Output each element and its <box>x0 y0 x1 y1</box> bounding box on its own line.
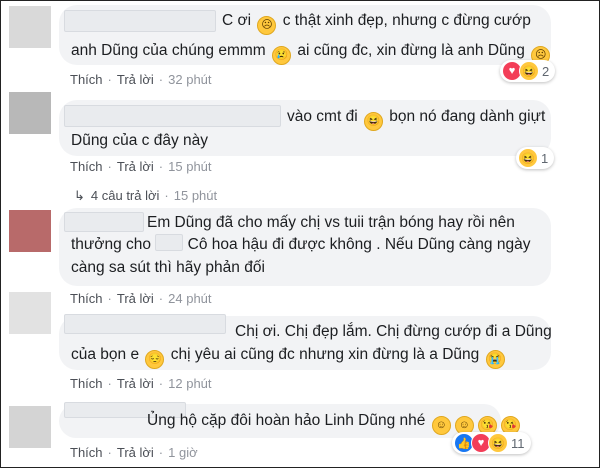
timestamp[interactable]: 12 phút <box>168 376 211 391</box>
crying-emoji-icon: 😢 <box>272 46 292 65</box>
redacted-name <box>155 234 184 251</box>
comment-text: thưởng cho <box>71 236 152 253</box>
haha-reaction-icon: 😆 <box>518 148 538 168</box>
like-link[interactable]: Thích <box>70 291 103 306</box>
like-link[interactable]: Thích <box>70 159 103 174</box>
comment-text: anh Dũng của chúng emmm <box>71 42 266 59</box>
reply-link[interactable]: Trả lời <box>117 376 154 391</box>
comment-actions: Thích · Trả lời · 15 phút <box>70 159 212 174</box>
redacted-name <box>64 314 226 334</box>
like-link[interactable]: Thích <box>70 445 103 460</box>
comment-bubble: Em Dũng đã cho mấy chị vs tuii trận bóng… <box>59 208 551 286</box>
comment-text: bọn nó đang dành giựt <box>389 108 546 125</box>
comment-bubble: Ủng hộ cặp đôi hoàn hảo Linh Dũng nhé ☺ ☺… <box>59 402 520 438</box>
comment-actions: Thích · Trả lời · 1 giờ <box>70 445 198 460</box>
avatar[interactable] <box>9 92 51 134</box>
smiling-emoji-icon: ☺ <box>431 416 451 435</box>
comment-text: c thật xinh đẹp, nhưng c đừng cướp <box>282 12 531 29</box>
redacted-name <box>64 10 216 32</box>
reply-link[interactable]: Trả lời <box>117 72 154 87</box>
comment-text: Chị ơi. Chị đẹp lắm. Chị đừng cướp đi a … <box>235 323 552 340</box>
sad-emoji-icon: ☹ <box>257 16 277 35</box>
reply-link[interactable]: Trả lời <box>117 159 154 174</box>
reaction-summary[interactable]: 👍 ♥ 😆 11 <box>452 432 531 454</box>
comment-actions: Thích · Trả lời · 12 phút <box>70 376 212 391</box>
comment-text: Cô hoa hậu đi được không . Nếu Dũng càng… <box>187 236 531 253</box>
crying-emoji-icon: 😭 <box>485 350 505 369</box>
like-link[interactable]: Thích <box>70 376 103 391</box>
laughing-emoji-icon: 😆 <box>363 112 383 131</box>
comment-text: càng sa sút thì hãy phản đối <box>71 259 265 276</box>
pensive-emoji-icon: 😔 <box>145 350 165 369</box>
reaction-summary[interactable]: ♥ 😆 2 <box>500 60 556 82</box>
comment-text: ai cũng đc, xin đừng là anh Dũng <box>297 42 525 59</box>
avatar[interactable] <box>9 6 51 48</box>
comment-text: vào cmt đi <box>287 108 358 125</box>
comment-text: C ơi <box>222 12 252 29</box>
like-link[interactable]: Thích <box>70 72 103 87</box>
comment-text: chị yêu ai cũng đc nhưng xin đừng là a D… <box>170 346 480 363</box>
haha-reaction-icon: 😆 <box>488 433 508 453</box>
timestamp[interactable]: 15 phút <box>168 159 211 174</box>
comment-actions: Thích · Trả lời · 24 phút <box>70 291 212 306</box>
timestamp[interactable]: 1 giờ <box>168 445 198 460</box>
reaction-count: 1 <box>541 150 549 166</box>
reply-link[interactable]: Trả lời <box>117 445 154 460</box>
timestamp[interactable]: 32 phút <box>168 72 211 87</box>
comment-actions: Thích · Trả lời · 32 phút <box>70 72 212 87</box>
comment-text: của bọn e <box>71 346 140 363</box>
comment-bubble: vào cmt đi 😆 bọn nó đang dành giựt Dũng … <box>59 100 551 156</box>
reaction-summary[interactable]: 😆 1 <box>516 147 555 169</box>
reply-link[interactable]: Trả lời <box>117 291 154 306</box>
reaction-count: 2 <box>542 63 550 79</box>
comment-text: Em Dũng đã cho mấy chị vs tuii trận bóng… <box>147 214 515 231</box>
reply-arrow-icon: ↳ <box>74 188 85 203</box>
redacted-name <box>64 212 144 232</box>
comment-text: Ủng hộ cặp đôi hoàn hảo Linh Dũng nhé <box>147 412 426 429</box>
comment-bubble: Chị ơi. Chị đẹp lắm. Chị đừng cướp đi a … <box>59 314 552 370</box>
timestamp[interactable]: 24 phút <box>168 291 211 306</box>
avatar[interactable] <box>9 406 51 448</box>
comment-bubble: C ơi ☹ c thật xinh đẹp, nhưng c đừng cướ… <box>59 5 551 65</box>
redacted-name <box>64 105 281 127</box>
view-replies-link[interactable]: ↳ 4 câu trả lời · 15 phút <box>74 188 217 204</box>
avatar[interactable] <box>9 210 51 252</box>
haha-reaction-icon: 😆 <box>519 61 539 81</box>
avatar[interactable] <box>9 292 51 334</box>
reaction-count: 11 <box>511 435 525 451</box>
comment-text: Dũng của c đây này <box>71 132 209 149</box>
